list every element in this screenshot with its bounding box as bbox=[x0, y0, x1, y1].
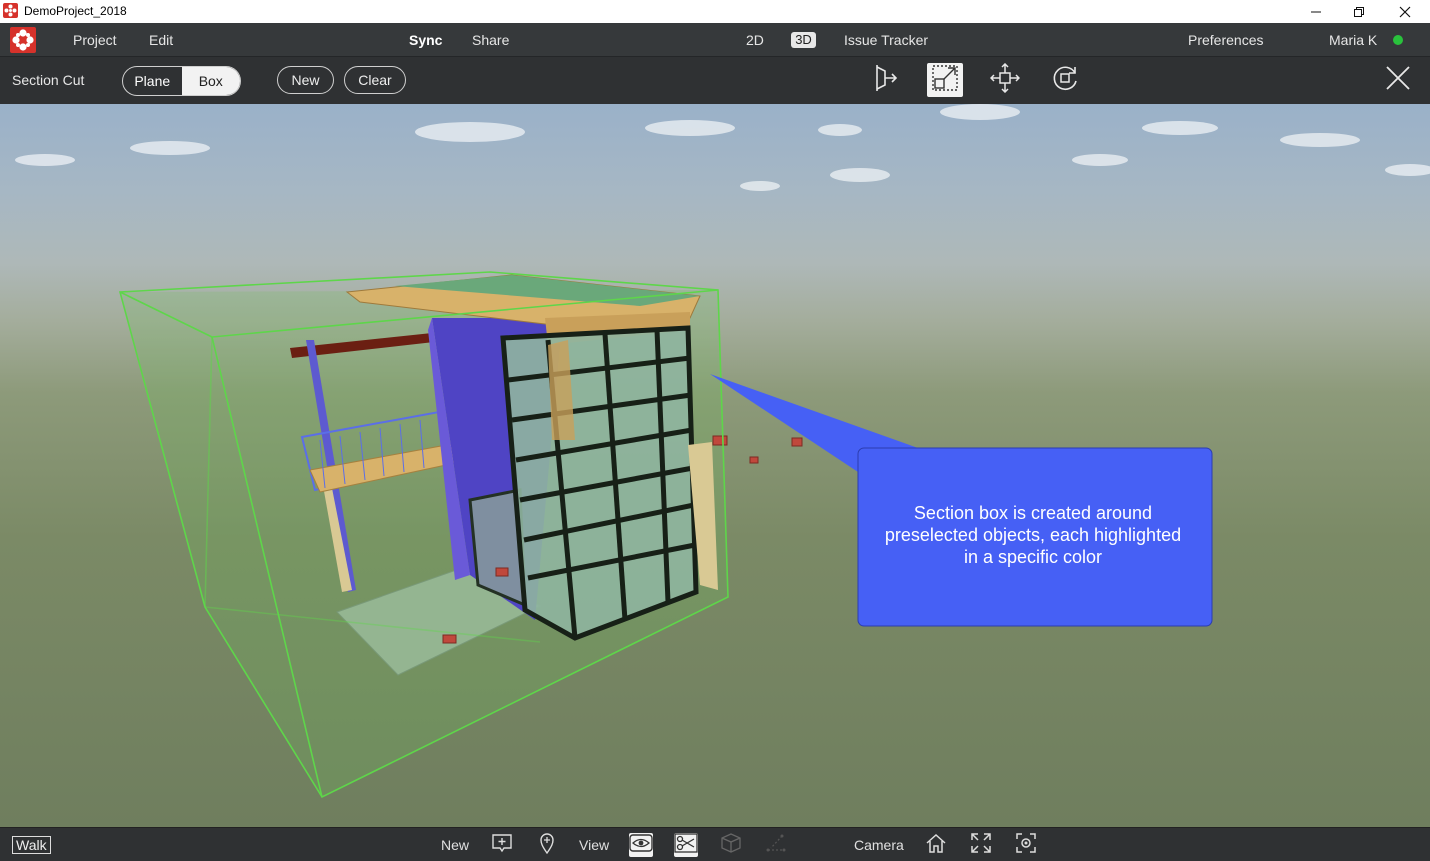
sky-clouds bbox=[15, 104, 1430, 191]
fit-view-button[interactable] bbox=[969, 832, 993, 859]
menu-sync[interactable]: Sync bbox=[409, 32, 442, 48]
add-markup-button[interactable] bbox=[490, 833, 514, 857]
add-comment-icon bbox=[491, 833, 513, 858]
new-label: New bbox=[441, 837, 470, 853]
scene-drawing bbox=[15, 104, 1430, 799]
scissors-icon bbox=[674, 832, 698, 858]
section-cut-label: Section Cut bbox=[12, 72, 85, 88]
cut-plane-tool[interactable] bbox=[866, 63, 902, 97]
new-section-button[interactable]: New bbox=[277, 66, 334, 94]
measure-icon bbox=[765, 832, 787, 859]
eye-icon bbox=[629, 833, 653, 858]
section-cut-button[interactable] bbox=[674, 832, 698, 858]
rotate-icon bbox=[1050, 63, 1080, 98]
section-mode-switch: Plane Box bbox=[122, 66, 241, 96]
user-name[interactable]: Maria K bbox=[1329, 32, 1377, 48]
expand-icon bbox=[970, 832, 992, 859]
section-cut-toolbar: Section Cut Plane Box New Clear bbox=[0, 57, 1430, 104]
camera-label: Camera bbox=[854, 837, 904, 853]
resize-box-tool[interactable] bbox=[927, 63, 963, 97]
cube-icon bbox=[720, 832, 742, 859]
bottom-bar: Walk New View Camera bbox=[0, 827, 1430, 861]
minimize-button[interactable] bbox=[1293, 0, 1339, 23]
restore-button[interactable] bbox=[1336, 0, 1382, 23]
move-icon bbox=[989, 62, 1021, 98]
app-menu-logo-icon[interactable] bbox=[10, 27, 36, 53]
walk-mode-button[interactable]: Walk bbox=[12, 836, 51, 854]
menu-project[interactable]: Project bbox=[73, 32, 117, 48]
home-icon bbox=[925, 832, 947, 859]
menu-edit[interactable]: Edit bbox=[149, 32, 173, 48]
cut-plane-icon bbox=[870, 63, 898, 98]
callout-bubble bbox=[710, 374, 1213, 627]
move-tool[interactable] bbox=[987, 62, 1023, 98]
view-label: View bbox=[579, 837, 610, 853]
menu-share[interactable]: Share bbox=[472, 32, 509, 48]
title-bar: DemoProject_2018 bbox=[0, 0, 1430, 23]
home-view-button[interactable] bbox=[924, 833, 948, 857]
app-logo-icon bbox=[3, 3, 18, 18]
focus-icon bbox=[1015, 832, 1037, 859]
menu-bar: Project Edit Sync Share 2D 3D Issue Trac… bbox=[0, 23, 1430, 57]
callout-text: Section box is created around preselecte… bbox=[884, 503, 1182, 567]
menu-preferences[interactable]: Preferences bbox=[1188, 32, 1263, 48]
close-section-button[interactable] bbox=[1380, 63, 1416, 97]
mode-plane-button[interactable]: Plane bbox=[123, 67, 182, 95]
focus-view-button[interactable] bbox=[1014, 832, 1038, 859]
resize-box-icon bbox=[931, 64, 959, 97]
close-icon bbox=[1385, 65, 1411, 96]
menu-issue-tracker[interactable]: Issue Tracker bbox=[844, 32, 928, 48]
visibility-button[interactable] bbox=[629, 833, 653, 857]
object-box-button[interactable] bbox=[719, 832, 743, 859]
rotate-tool[interactable] bbox=[1047, 63, 1083, 97]
view-2d-toggle[interactable]: 2D bbox=[746, 32, 764, 48]
mode-box-button[interactable]: Box bbox=[181, 67, 240, 95]
view-3d-toggle[interactable]: 3D bbox=[791, 32, 816, 48]
add-pin-button[interactable] bbox=[535, 832, 559, 859]
clear-section-button[interactable]: Clear bbox=[344, 66, 406, 94]
measure-button[interactable] bbox=[764, 833, 788, 857]
3d-viewport[interactable]: Section box is created around preselecte… bbox=[0, 104, 1430, 827]
location-pin-icon bbox=[539, 832, 555, 859]
window-title: DemoProject_2018 bbox=[24, 4, 127, 18]
close-window-button[interactable] bbox=[1382, 0, 1428, 23]
online-status-indicator bbox=[1393, 35, 1403, 45]
